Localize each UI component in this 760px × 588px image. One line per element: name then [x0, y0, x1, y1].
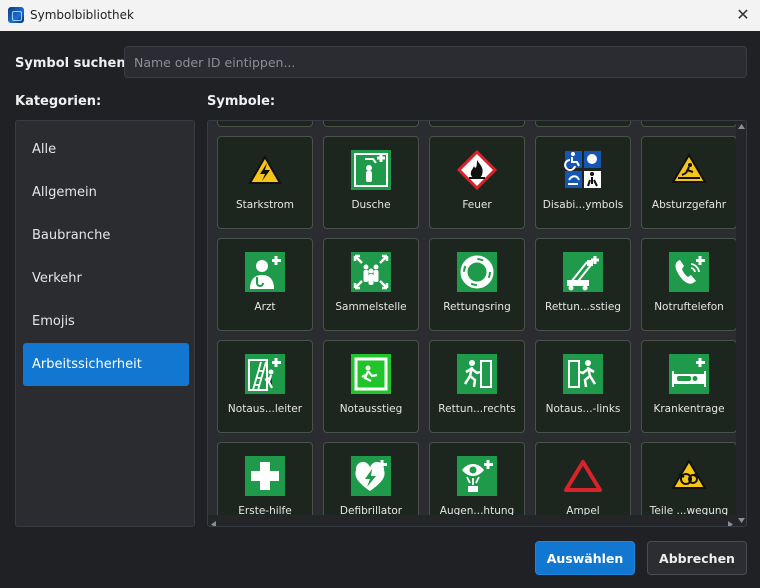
- symbol-tile-defibrillator[interactable]: Defibrillator: [323, 442, 419, 515]
- category-label: Alle: [32, 142, 57, 157]
- category-label: Arbeitssicherheit: [32, 357, 142, 372]
- high-voltage-warning-icon: [248, 154, 282, 184]
- category-list: Alle Allgemein Baubranche Verkehr Emojis…: [15, 120, 195, 527]
- symbol-label: Rettun...rechts: [438, 403, 516, 415]
- symbol-label: Arzt: [254, 301, 276, 313]
- category-label: Allgemein: [32, 185, 97, 200]
- symbol-label: Disabi...ymbols: [542, 199, 624, 211]
- symbol-tile-teile-in-bewegung[interactable]: Teile ...wegung: [641, 442, 736, 515]
- app-icon: [8, 7, 24, 23]
- stretcher-icon: [669, 354, 709, 394]
- symbol-tile-absturzgefahr[interactable]: Absturzgefahr: [641, 136, 736, 229]
- category-item-allgemein[interactable]: Allgemein: [23, 171, 189, 214]
- symbol-label: Krankentrage: [653, 403, 725, 415]
- symbol-tile-rettungsweg-rechts[interactable]: Rettun...rechts: [429, 340, 525, 433]
- horizontal-scrollbar[interactable]: [208, 515, 736, 526]
- scroll-arrows-icon: [738, 124, 745, 523]
- category-item-arbeitssicherheit[interactable]: Arbeitssicherheit: [23, 343, 189, 386]
- symbol-tile-feuer[interactable]: Feuer: [429, 136, 525, 229]
- symbol-tile-partial[interactable]: [535, 121, 631, 127]
- symbol-label: Feuer: [462, 199, 492, 211]
- emergency-exit-ladder-icon: [245, 354, 285, 394]
- symbol-label: Ampel: [566, 505, 600, 515]
- emergency-shower-icon: [351, 150, 391, 190]
- category-item-alle[interactable]: Alle: [23, 128, 189, 171]
- scroll-arrows-icon: [211, 521, 733, 526]
- category-label: Verkehr: [32, 271, 82, 286]
- symbol-label: Starkstrom: [236, 199, 294, 211]
- symbol-tile-erste-hilfe[interactable]: Erste-hilfe: [217, 442, 313, 515]
- close-icon[interactable]: ✕: [732, 4, 754, 26]
- title-bar: Symbolbibliothek ✕: [0, 0, 760, 31]
- symbol-label: Notruftelefon: [654, 301, 724, 313]
- cancel-button[interactable]: Abbrechen: [647, 541, 747, 575]
- assembly-point-icon: [351, 252, 391, 292]
- symbol-label: Teile ...wegung: [649, 505, 729, 515]
- first-aid-cross-icon: [245, 456, 285, 496]
- disability-symbols-icon: [564, 151, 601, 188]
- symbol-label: Notaus...leiter: [227, 403, 303, 415]
- symbol-tile-partial[interactable]: [217, 121, 313, 127]
- warning-triangle-icon: [564, 460, 602, 492]
- symbol-tile-krankentrage[interactable]: Krankentrage: [641, 340, 736, 433]
- symbol-tile-disability-symbols[interactable]: Disabi...ymbols: [535, 136, 631, 229]
- lifebuoy-icon: [457, 252, 497, 292]
- category-item-verkehr[interactable]: Verkehr: [23, 257, 189, 300]
- symbol-label: Rettungsring: [443, 301, 511, 313]
- symbol-tile-notausstieg-leiter[interactable]: Notaus...leiter: [217, 340, 313, 433]
- rescue-ladder-icon: [563, 252, 603, 292]
- symbol-label: Notausstieg: [339, 403, 403, 415]
- symbol-label: Notaus...-links: [545, 403, 621, 415]
- category-label: Baubranche: [32, 228, 111, 243]
- symbol-tile-rettungsring[interactable]: Rettungsring: [429, 238, 525, 331]
- symbol-label: Dusche: [351, 199, 391, 211]
- flammable-hazard-icon: [457, 150, 497, 190]
- moving-parts-warning-icon: [671, 459, 707, 489]
- category-item-baubranche[interactable]: Baubranche: [23, 214, 189, 257]
- category-label: Emojis: [32, 314, 75, 329]
- category-item-emojis[interactable]: Emojis: [23, 300, 189, 343]
- symbol-grid: Starkstrom Dusche Feuer Disabi...ymbols …: [208, 121, 736, 515]
- emergency-hatch-icon: [351, 354, 391, 394]
- symbol-tile-notausgang-links[interactable]: Notaus...-links: [535, 340, 631, 433]
- search-input[interactable]: [124, 46, 747, 78]
- fall-hazard-icon: [671, 153, 707, 183]
- symbol-label: Defibrillator: [339, 505, 403, 515]
- symbol-grid-panel: Starkstrom Dusche Feuer Disabi...ymbols …: [207, 120, 747, 527]
- symbol-label: Rettun...sstieg: [545, 301, 621, 313]
- symbol-tile-rettungsstieg[interactable]: Rettun...sstieg: [535, 238, 631, 331]
- symbol-label: Absturzgefahr: [651, 199, 727, 211]
- symbol-tile-sammelstelle[interactable]: Sammelstelle: [323, 238, 419, 331]
- symbol-tile-starkstrom[interactable]: Starkstrom: [217, 136, 313, 229]
- escape-route-right-icon: [457, 354, 497, 394]
- symbol-tile-partial[interactable]: [641, 121, 736, 127]
- emergency-exit-left-icon: [563, 354, 603, 394]
- defibrillator-icon: [351, 456, 391, 496]
- emergency-phone-icon: [669, 252, 709, 292]
- symbol-label: Sammelstelle: [335, 301, 407, 313]
- symbol-tile-partial[interactable]: [323, 121, 419, 127]
- categories-heading: Kategorien:: [15, 94, 102, 109]
- symbol-tile-ampel[interactable]: Ampel: [535, 442, 631, 515]
- symbol-tile-notruftelefon[interactable]: Notruftelefon: [641, 238, 736, 331]
- symbol-label: Augen...htung: [439, 505, 515, 515]
- doctor-icon: [245, 252, 285, 292]
- symbol-tile-notausstieg[interactable]: Notausstieg: [323, 340, 419, 433]
- symbol-label: Erste-hilfe: [238, 505, 292, 515]
- symbol-tile-arzt[interactable]: Arzt: [217, 238, 313, 331]
- symbol-tile-augenspuelung[interactable]: Augen...htung: [429, 442, 525, 515]
- symbol-tile-dusche[interactable]: Dusche: [323, 136, 419, 229]
- window-title: Symbolbibliothek: [30, 8, 134, 22]
- symbol-tile-partial[interactable]: [429, 121, 525, 127]
- select-button[interactable]: Auswählen: [535, 541, 635, 575]
- vertical-scrollbar[interactable]: [736, 121, 746, 526]
- search-label: Symbol suchen:: [15, 56, 131, 71]
- eye-wash-icon: [457, 456, 497, 496]
- symbols-heading: Symbole:: [207, 94, 276, 109]
